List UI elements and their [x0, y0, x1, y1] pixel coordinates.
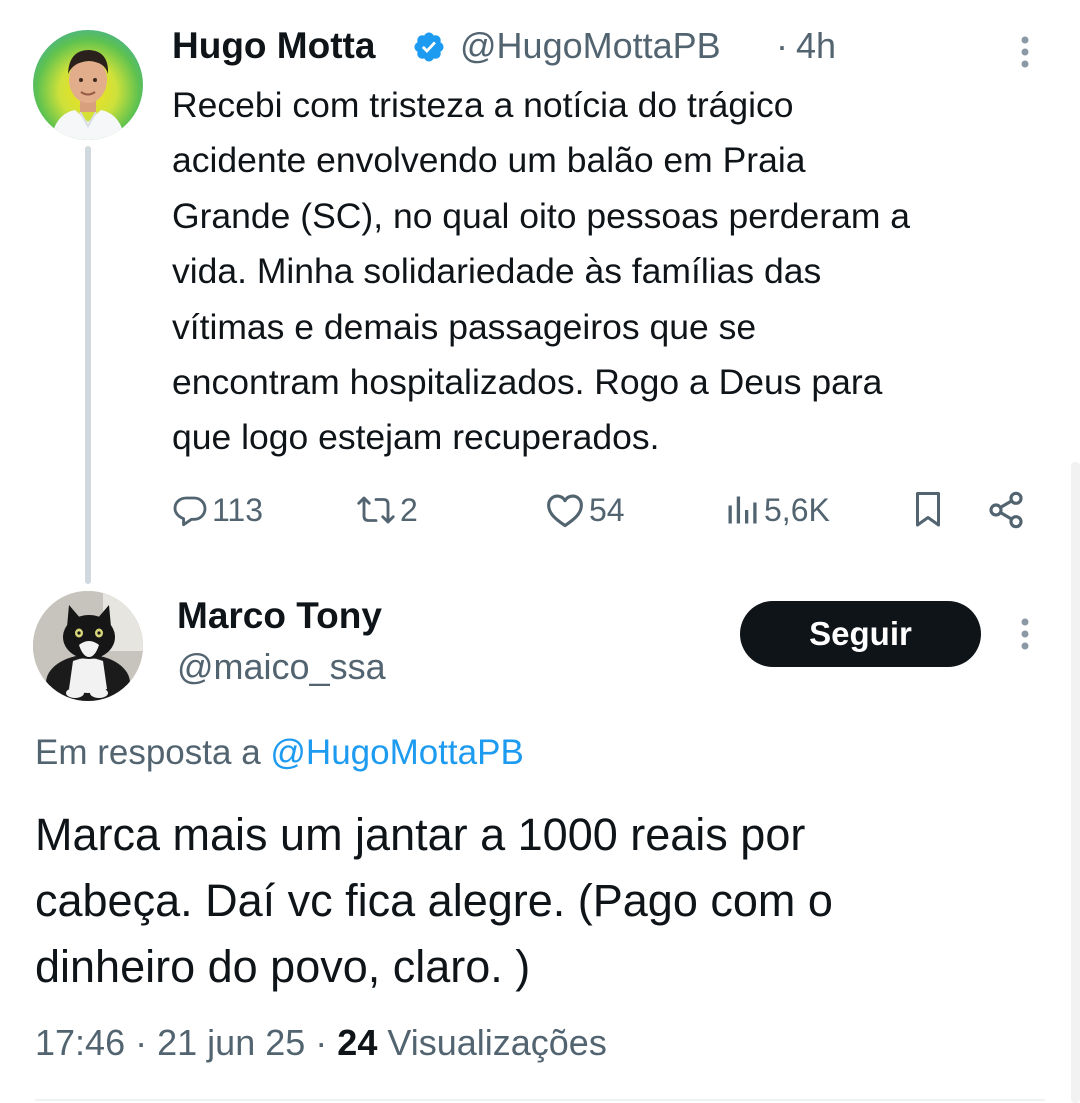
- like-button[interactable]: 54: [545, 486, 625, 534]
- tweet-text-line: acidente envolvendo um balão em Praia: [172, 140, 806, 181]
- tweet-time[interactable]: 4h: [796, 24, 836, 68]
- reply-button[interactable]: 113: [172, 486, 263, 534]
- tweet-text-line: vítimas e demais passageiros que se: [172, 306, 757, 347]
- share-button[interactable]: [986, 486, 1026, 534]
- follow-button[interactable]: Seguir: [740, 601, 981, 667]
- tweet-text-line: que logo estejam recuperados.: [172, 417, 660, 458]
- reply-text-line: cabeça. Daí vc fica alegre. (Pago com o: [35, 875, 833, 926]
- avatar-portrait-icon: [51, 50, 125, 140]
- meta-separator: ·: [315, 1022, 328, 1063]
- reply-context-prefix: Em resposta a: [35, 733, 261, 772]
- reply-author-handle[interactable]: @maico_ssa: [177, 645, 386, 689]
- meta-separator: ·: [776, 25, 788, 66]
- reply-context: Em resposta a @HugoMottaPB: [35, 731, 524, 775]
- meta-separator: ·: [135, 1022, 148, 1063]
- repost-icon: [357, 496, 395, 524]
- avatar-marco-tony[interactable]: [33, 591, 143, 701]
- heart-icon: [547, 494, 583, 528]
- reply-text-line: Marca mais um jantar a 1000 reais por: [35, 809, 806, 860]
- reply-views-count: 24: [337, 1022, 378, 1063]
- reply-context-mention[interactable]: @HugoMottaPB: [270, 733, 523, 772]
- tweet-text-line: encontram hospitalizados. Rogo a Deus pa…: [172, 362, 883, 403]
- share-icon: [989, 491, 1023, 529]
- reply-meta: 17:46 · 21 jun 25 · 24 Visualizações: [35, 1020, 607, 1066]
- reply-text: Marca mais um jantar a 1000 reais por ca…: [35, 802, 1055, 1000]
- bookmark-button[interactable]: [910, 486, 946, 534]
- bookmark-icon: [916, 492, 940, 527]
- views-button[interactable]: 5,6K: [724, 486, 830, 534]
- author-name[interactable]: Hugo Motta: [172, 24, 375, 68]
- thread-connector-line: [85, 146, 91, 584]
- reply-views-label: Visualizações: [387, 1022, 607, 1063]
- reply-count: 113: [212, 491, 264, 528]
- more-options-icon[interactable]: [1012, 616, 1038, 652]
- repost-button[interactable]: 2: [356, 486, 418, 534]
- reply-text-line: dinheiro do povo, claro. ): [35, 941, 531, 992]
- repost-count: 2: [400, 491, 418, 528]
- like-count: 54: [589, 491, 625, 528]
- reply-time[interactable]: 17:46: [35, 1022, 125, 1063]
- tweet-text-line: Grande (SC), no qual oito pessoas perder…: [172, 195, 911, 236]
- tweet-text-line: vida. Minha solidariedade às famílias da…: [172, 251, 822, 292]
- author-handle[interactable]: @HugoMottaPB: [460, 24, 721, 68]
- views-chart-icon: [728, 496, 757, 524]
- views-count: 5,6K: [764, 491, 830, 528]
- divider: [35, 1099, 1045, 1101]
- scrollbar[interactable]: [1071, 462, 1080, 1103]
- reply-icon: [173, 496, 207, 527]
- verified-badge-icon[interactable]: [412, 30, 446, 64]
- reply-date[interactable]: 21 jun 25: [157, 1022, 305, 1063]
- more-options-icon[interactable]: [1012, 34, 1038, 70]
- tweet-text-line: Recebi com tristeza a notícia do trágico: [172, 85, 794, 125]
- reply-author-name[interactable]: Marco Tony: [177, 594, 382, 638]
- avatar-cat-icon: [33, 591, 143, 701]
- avatar-hugo-motta[interactable]: [33, 30, 143, 140]
- tweet-text: Recebi com tristeza a notícia do trágico…: [172, 78, 1052, 466]
